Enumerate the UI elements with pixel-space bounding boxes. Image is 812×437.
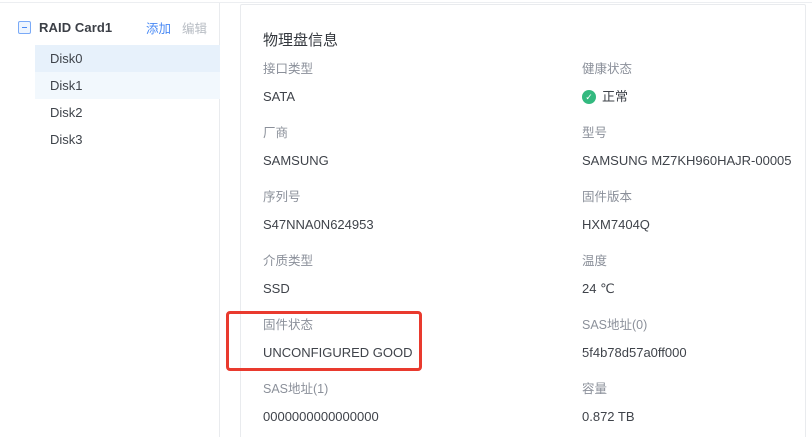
field-value: 24 ℃ [582, 281, 805, 296]
field-value: SATA [263, 89, 582, 104]
field-value: 5f4b78d57a0ff000 [582, 345, 805, 360]
field-label: 序列号 [263, 190, 582, 205]
health-status-text: 正常 [602, 89, 628, 104]
field-media-type: 介质类型 SSD [263, 254, 582, 296]
field-temperature: 温度 24 ℃ [582, 254, 805, 296]
field-label: 型号 [582, 126, 805, 141]
disk-list: Disk0 Disk1 Disk2 Disk3 [0, 45, 219, 153]
field-health-status: 健康状态 ✓ 正常 [582, 62, 805, 104]
field-firmware-version: 固件版本 HXM7404Q [582, 190, 805, 232]
raid-card-label[interactable]: RAID Card1 [39, 20, 112, 35]
edit-link[interactable]: 编辑 [182, 18, 207, 37]
tree-actions: 添加 编辑 [146, 18, 207, 37]
field-label: 温度 [582, 254, 805, 269]
field-vendor: 厂商 SAMSUNG [263, 126, 582, 168]
sidebar-item-disk3[interactable]: Disk3 [35, 126, 220, 153]
collapse-minus-icon[interactable] [18, 21, 31, 34]
field-label: 厂商 [263, 126, 582, 141]
field-serial-number: 序列号 S47NNA0N624953 [263, 190, 582, 232]
field-capacity: 容量 0.872 TB [582, 382, 805, 424]
field-label: 固件版本 [582, 190, 805, 205]
field-value: ✓ 正常 [582, 89, 805, 104]
raid-tree-sidebar: RAID Card1 添加 编辑 Disk0 Disk1 Disk2 Disk3 [0, 3, 220, 437]
add-link[interactable]: 添加 [146, 18, 171, 37]
field-value: UNCONFIGURED GOOD [263, 345, 582, 360]
field-label: SAS地址(0) [582, 318, 805, 333]
field-interface-type: 接口类型 SATA [263, 62, 582, 104]
field-grid: 接口类型 SATA 健康状态 ✓ 正常 厂商 SAMSUNG 型号 SAMSUN… [263, 62, 805, 424]
field-label: 固件状态 [263, 318, 582, 333]
field-value: SAMSUNG [263, 153, 582, 168]
physical-disk-page: RAID Card1 添加 编辑 Disk0 Disk1 Disk2 Disk3… [0, 0, 812, 437]
field-value: 0.872 TB [582, 409, 805, 424]
field-value: S47NNA0N624953 [263, 217, 582, 232]
physical-disk-info-card: 物理盘信息 接口类型 SATA 健康状态 ✓ 正常 厂商 SAMSUNG 型号 … [240, 4, 806, 437]
field-label: 介质类型 [263, 254, 582, 269]
field-model: 型号 SAMSUNG MZ7KH960HAJR-00005 [582, 126, 805, 168]
field-label: 容量 [582, 382, 805, 397]
field-label: 接口类型 [263, 62, 582, 77]
field-firmware-state: 固件状态 UNCONFIGURED GOOD [263, 318, 582, 360]
page-title: 物理盘信息 [263, 31, 805, 51]
field-value: 0000000000000000 [263, 409, 582, 424]
field-sas-address-0: SAS地址(0) 5f4b78d57a0ff000 [582, 318, 805, 360]
field-sas-address-1: SAS地址(1) 0000000000000000 [263, 382, 582, 424]
field-value: SSD [263, 281, 582, 296]
field-value: HXM7404Q [582, 217, 805, 232]
sidebar-item-disk2[interactable]: Disk2 [35, 99, 220, 126]
field-label: 健康状态 [582, 62, 805, 77]
sidebar-item-disk0[interactable]: Disk0 [35, 45, 220, 72]
sidebar-item-disk1[interactable]: Disk1 [35, 72, 220, 99]
check-circle-icon: ✓ [582, 90, 596, 104]
tree-node-raid-card1[interactable]: RAID Card1 添加 编辑 [0, 14, 219, 40]
field-label: SAS地址(1) [263, 382, 582, 397]
field-value: SAMSUNG MZ7KH960HAJR-00005 [582, 153, 805, 168]
